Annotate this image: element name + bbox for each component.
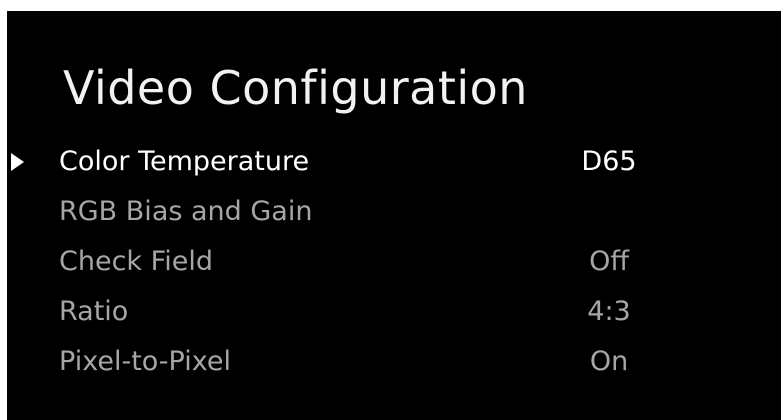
- menu-item-value: 4:3: [587, 296, 631, 327]
- osd-screen: Video Configuration Color Temperature D6…: [7, 11, 781, 420]
- menu-item-label: Color Temperature: [59, 146, 310, 177]
- menu-item-check-field[interactable]: Check Field Off: [7, 237, 781, 287]
- menu-item-value: Off: [589, 246, 629, 277]
- menu-item-value: On: [589, 346, 629, 377]
- menu-title: Video Configuration: [63, 61, 528, 115]
- menu-item-label: Ratio: [59, 296, 129, 327]
- menu-item-label: Pixel-to-Pixel: [59, 346, 231, 377]
- menu-item-pixel-to-pixel[interactable]: Pixel-to-Pixel On: [7, 337, 781, 387]
- menu-item-color-temperature[interactable]: Color Temperature D65: [7, 137, 781, 187]
- menu-item-label: RGB Bias and Gain: [59, 196, 313, 227]
- menu-item-label: Check Field: [59, 246, 213, 277]
- menu-item-rgb-bias-and-gain[interactable]: RGB Bias and Gain: [7, 187, 781, 237]
- menu-item-ratio[interactable]: Ratio 4:3: [7, 287, 781, 337]
- selection-pointer-icon: [11, 153, 24, 171]
- menu-list: Color Temperature D65 RGB Bias and Gain …: [7, 137, 781, 387]
- menu-item-value: D65: [581, 146, 637, 177]
